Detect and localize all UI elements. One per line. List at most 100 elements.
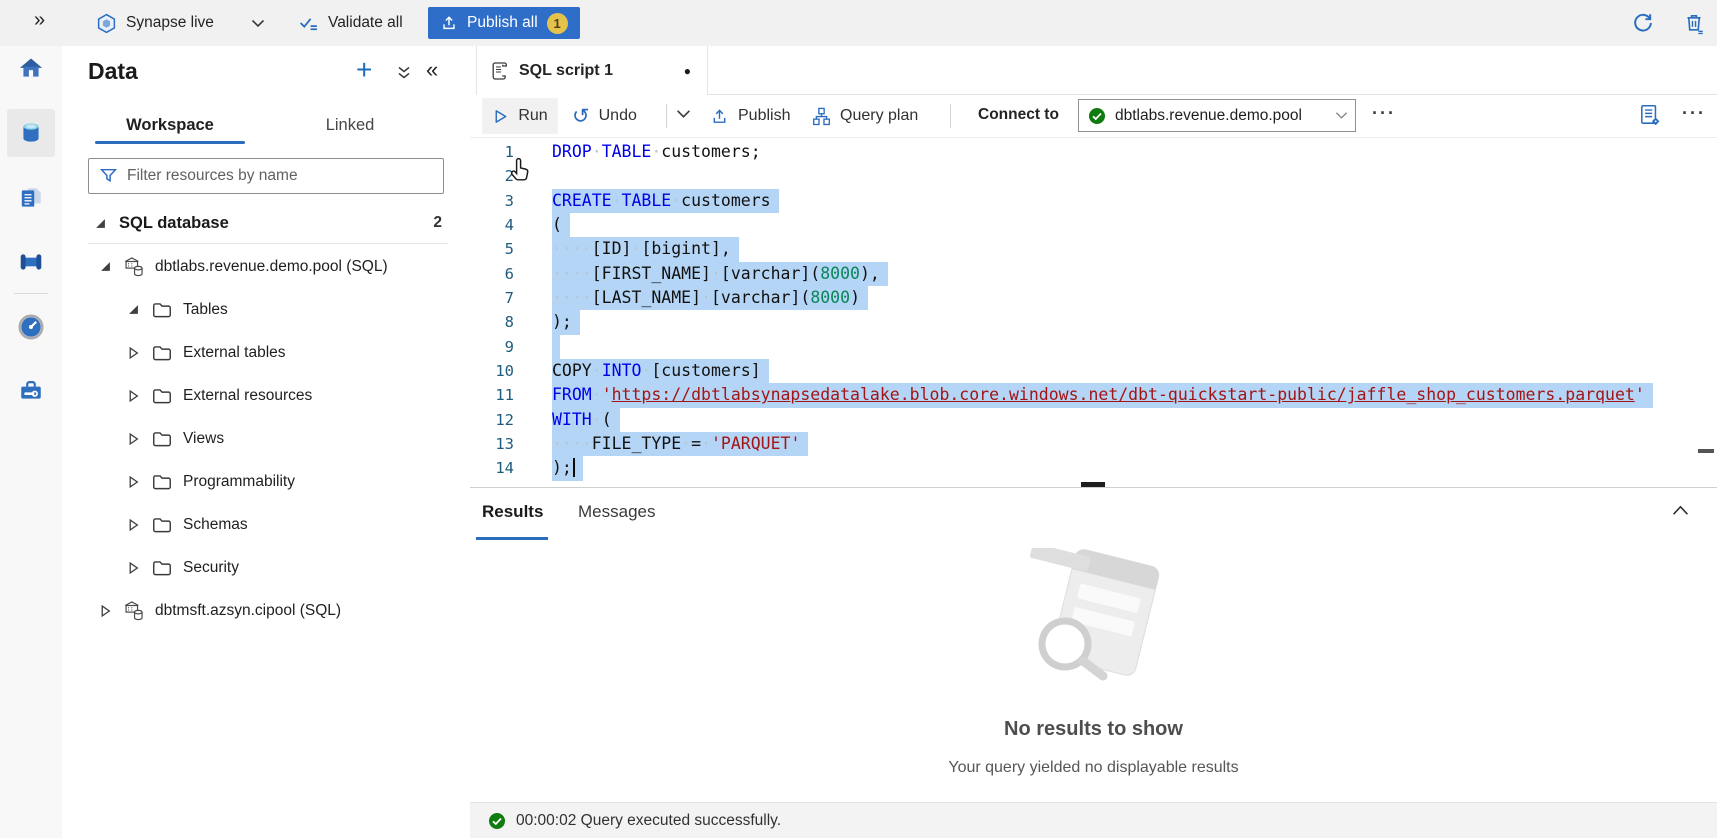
code-line[interactable]: 5····[ID]·[bigint], [470, 237, 1717, 261]
code-line[interactable]: 4( [470, 213, 1717, 237]
line-number[interactable]: 4 [470, 213, 514, 237]
code-line[interactable]: 6····[FIRST_NAME]·[varchar](8000), [470, 262, 1717, 286]
tab-messages[interactable]: Messages [578, 502, 655, 522]
code-line[interactable]: 13····FILE_TYPE·=·'PARQUET' [470, 432, 1717, 456]
connected-check-icon [1088, 107, 1106, 125]
line-number[interactable]: 12 [470, 408, 514, 432]
mode-label: Synapse live [126, 14, 214, 32]
line-number[interactable]: 8 [470, 310, 514, 334]
filter-input[interactable] [88, 158, 444, 194]
expanded-twisty-icon[interactable] [95, 218, 113, 229]
tree-node-label: Security [183, 559, 239, 577]
rail-divider [14, 293, 48, 294]
code-line[interactable]: 10COPY·INTO·[customers] [470, 359, 1717, 383]
filter-box [88, 158, 444, 194]
add-resource-button[interactable]: + [356, 56, 372, 84]
code-line[interactable]: 9 [470, 335, 1717, 359]
rail-item-manage[interactable] [7, 367, 55, 415]
publish-all-button[interactable]: Publish all 1 [428, 7, 580, 39]
line-number[interactable]: 5 [470, 237, 514, 261]
data-icon [18, 119, 44, 147]
results-tabbar: Results Messages [470, 488, 1717, 541]
tree-node[interactable]: dbtlabs.revenue.demo.pool (SQL) [62, 245, 470, 288]
folder-icon [151, 428, 173, 450]
hub-navigation-rail [0, 46, 63, 838]
tree-node[interactable]: Tables [62, 288, 470, 331]
tree-root-sql-database[interactable]: SQL database 2 [62, 204, 470, 242]
rail-item-data[interactable] [7, 109, 55, 157]
undo-button[interactable]: ↺ Undo [572, 98, 637, 134]
integrate-icon [17, 249, 45, 275]
toolbar-overflow-button[interactable]: ··· [1372, 103, 1396, 124]
refresh-icon[interactable] [1630, 10, 1656, 36]
tree-node[interactable]: dbtmsft.azsyn.cipool (SQL) [62, 589, 470, 632]
line-number[interactable]: 1 [470, 140, 514, 164]
line-number[interactable]: 11 [470, 383, 514, 407]
code-line[interactable]: 11FROM·'https://dbtlabsynapsedatalake.bl… [470, 383, 1717, 407]
tab-workspace[interactable]: Workspace [95, 108, 245, 144]
code-line[interactable]: 1DROP·TABLE·customers; [470, 140, 1717, 164]
line-number[interactable]: 13 [470, 432, 514, 456]
tab-linked[interactable]: Linked [280, 108, 420, 144]
code-line[interactable]: 14); [470, 456, 1717, 480]
publish-button[interactable]: Publish [710, 98, 790, 134]
code-line[interactable]: 8); [470, 310, 1717, 334]
tab-results[interactable]: Results [482, 502, 543, 522]
tab-title: SQL script 1 [519, 62, 613, 80]
code-line[interactable]: 3CREATE·TABLE·customers [470, 189, 1717, 213]
tree-node[interactable]: Programmability [62, 460, 470, 503]
line-number[interactable]: 3 [470, 189, 514, 213]
tree-root-label: SQL database [119, 214, 229, 233]
rail-item-home[interactable] [7, 45, 55, 93]
line-number[interactable]: 10 [470, 359, 514, 383]
validate-all-button[interactable]: Validate all [298, 0, 403, 46]
code-editor[interactable]: 1DROP·TABLE·customers;23CREATE·TABLE·cus… [470, 137, 1717, 490]
rail-item-monitor[interactable] [7, 303, 55, 351]
unsaved-changes-dot: ● [684, 64, 691, 78]
line-number[interactable]: 7 [470, 286, 514, 310]
properties-icon[interactable] [1638, 103, 1662, 127]
chevron-down-icon [1335, 111, 1348, 120]
run-icon [492, 108, 509, 125]
run-button[interactable]: Run [482, 98, 558, 134]
discard-all-icon[interactable] [1681, 10, 1707, 36]
tree-node[interactable]: External tables [62, 331, 470, 374]
publish-all-label: Publish all [467, 14, 538, 32]
status-text: 00:00:02 Query executed successfully. [516, 812, 781, 830]
results-body: No results to show Your query yielded no… [470, 540, 1717, 803]
top-command-bar: » Synapse live Validate all Publish all … [0, 0, 1717, 47]
mode-selector[interactable]: Synapse live [96, 0, 265, 46]
rail-item-develop[interactable] [7, 174, 55, 222]
connect-to-dropdown[interactable]: dbtlabs.revenue.demo.pool [1078, 99, 1356, 132]
code-line[interactable]: 2 [470, 164, 1717, 188]
tree-node-label: External resources [183, 387, 312, 405]
query-plan-button[interactable]: Query plan [812, 98, 918, 134]
line-number[interactable]: 6 [470, 262, 514, 286]
expand-rail-icon[interactable]: » [34, 9, 45, 32]
tree-node[interactable]: External resources [62, 374, 470, 417]
data-explorer-panel: Data + « Workspace Linked SQL database 2 [62, 46, 471, 838]
tree-node[interactable]: Security [62, 546, 470, 589]
line-number[interactable]: 14 [470, 456, 514, 480]
line-number[interactable]: 2 [470, 164, 514, 188]
document-tabstrip: SQL script 1 ● [470, 46, 1717, 95]
chevron-down-icon[interactable] [251, 19, 265, 28]
collapse-results-icon[interactable] [1672, 505, 1689, 516]
tab-sql-script-1[interactable]: SQL script 1 ● [476, 46, 708, 95]
collapse-panel-button[interactable]: « [426, 57, 438, 83]
sql-pool-icon [123, 256, 145, 278]
tree-node[interactable]: Views [62, 417, 470, 460]
tree-node[interactable]: Schemas [62, 503, 470, 546]
editor-overflow-button[interactable]: ··· [1682, 103, 1706, 124]
manage-icon [17, 378, 45, 404]
tree-node-label: Views [183, 430, 224, 448]
connected-pool-name: dbtlabs.revenue.demo.pool [1115, 107, 1302, 125]
expand-all-icon[interactable] [396, 65, 412, 81]
validate-icon [298, 13, 319, 34]
rail-item-integrate[interactable] [7, 238, 55, 286]
code-line[interactable]: 7····[LAST_NAME]·[varchar](8000) [470, 286, 1717, 310]
no-results-illustration [1003, 548, 1183, 708]
code-line[interactable]: 12WITH·( [470, 408, 1717, 432]
undo-redo-chevron-icon[interactable] [676, 109, 691, 119]
line-number[interactable]: 9 [470, 335, 514, 359]
